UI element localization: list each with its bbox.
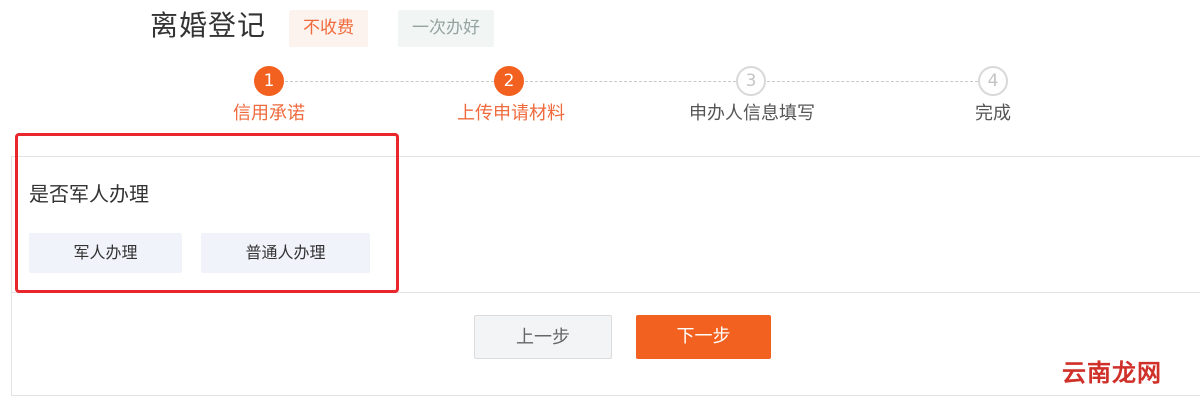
progress-steps: 1 2 3 4 信用承诺 上传申请材料 申办人信息填写 完成 xyxy=(0,66,1200,136)
step-connector xyxy=(767,81,978,82)
page-title: 离婚登记 xyxy=(150,9,267,42)
step-connector xyxy=(285,81,494,82)
step-2-indicator: 2 xyxy=(494,66,524,96)
site-watermark: 云南龙网 xyxy=(1062,359,1162,387)
next-step-button[interactable]: 下一步 xyxy=(636,315,771,359)
step-1-indicator: 1 xyxy=(254,66,284,96)
step-4-label: 完成 xyxy=(975,103,1011,124)
step-1-label: 信用承诺 xyxy=(233,103,305,124)
previous-step-button[interactable]: 上一步 xyxy=(474,315,612,359)
step-4-indicator: 4 xyxy=(978,66,1008,96)
step-3-label: 申办人信息填写 xyxy=(689,103,815,124)
step-2-label: 上传申请材料 xyxy=(457,103,565,124)
highlight-annotation-box xyxy=(15,133,399,293)
one-stop-tag: 一次办好 xyxy=(398,10,494,47)
step-3-indicator: 3 xyxy=(736,66,766,96)
step-connector xyxy=(525,81,736,82)
free-of-charge-tag: 不收费 xyxy=(289,10,368,47)
